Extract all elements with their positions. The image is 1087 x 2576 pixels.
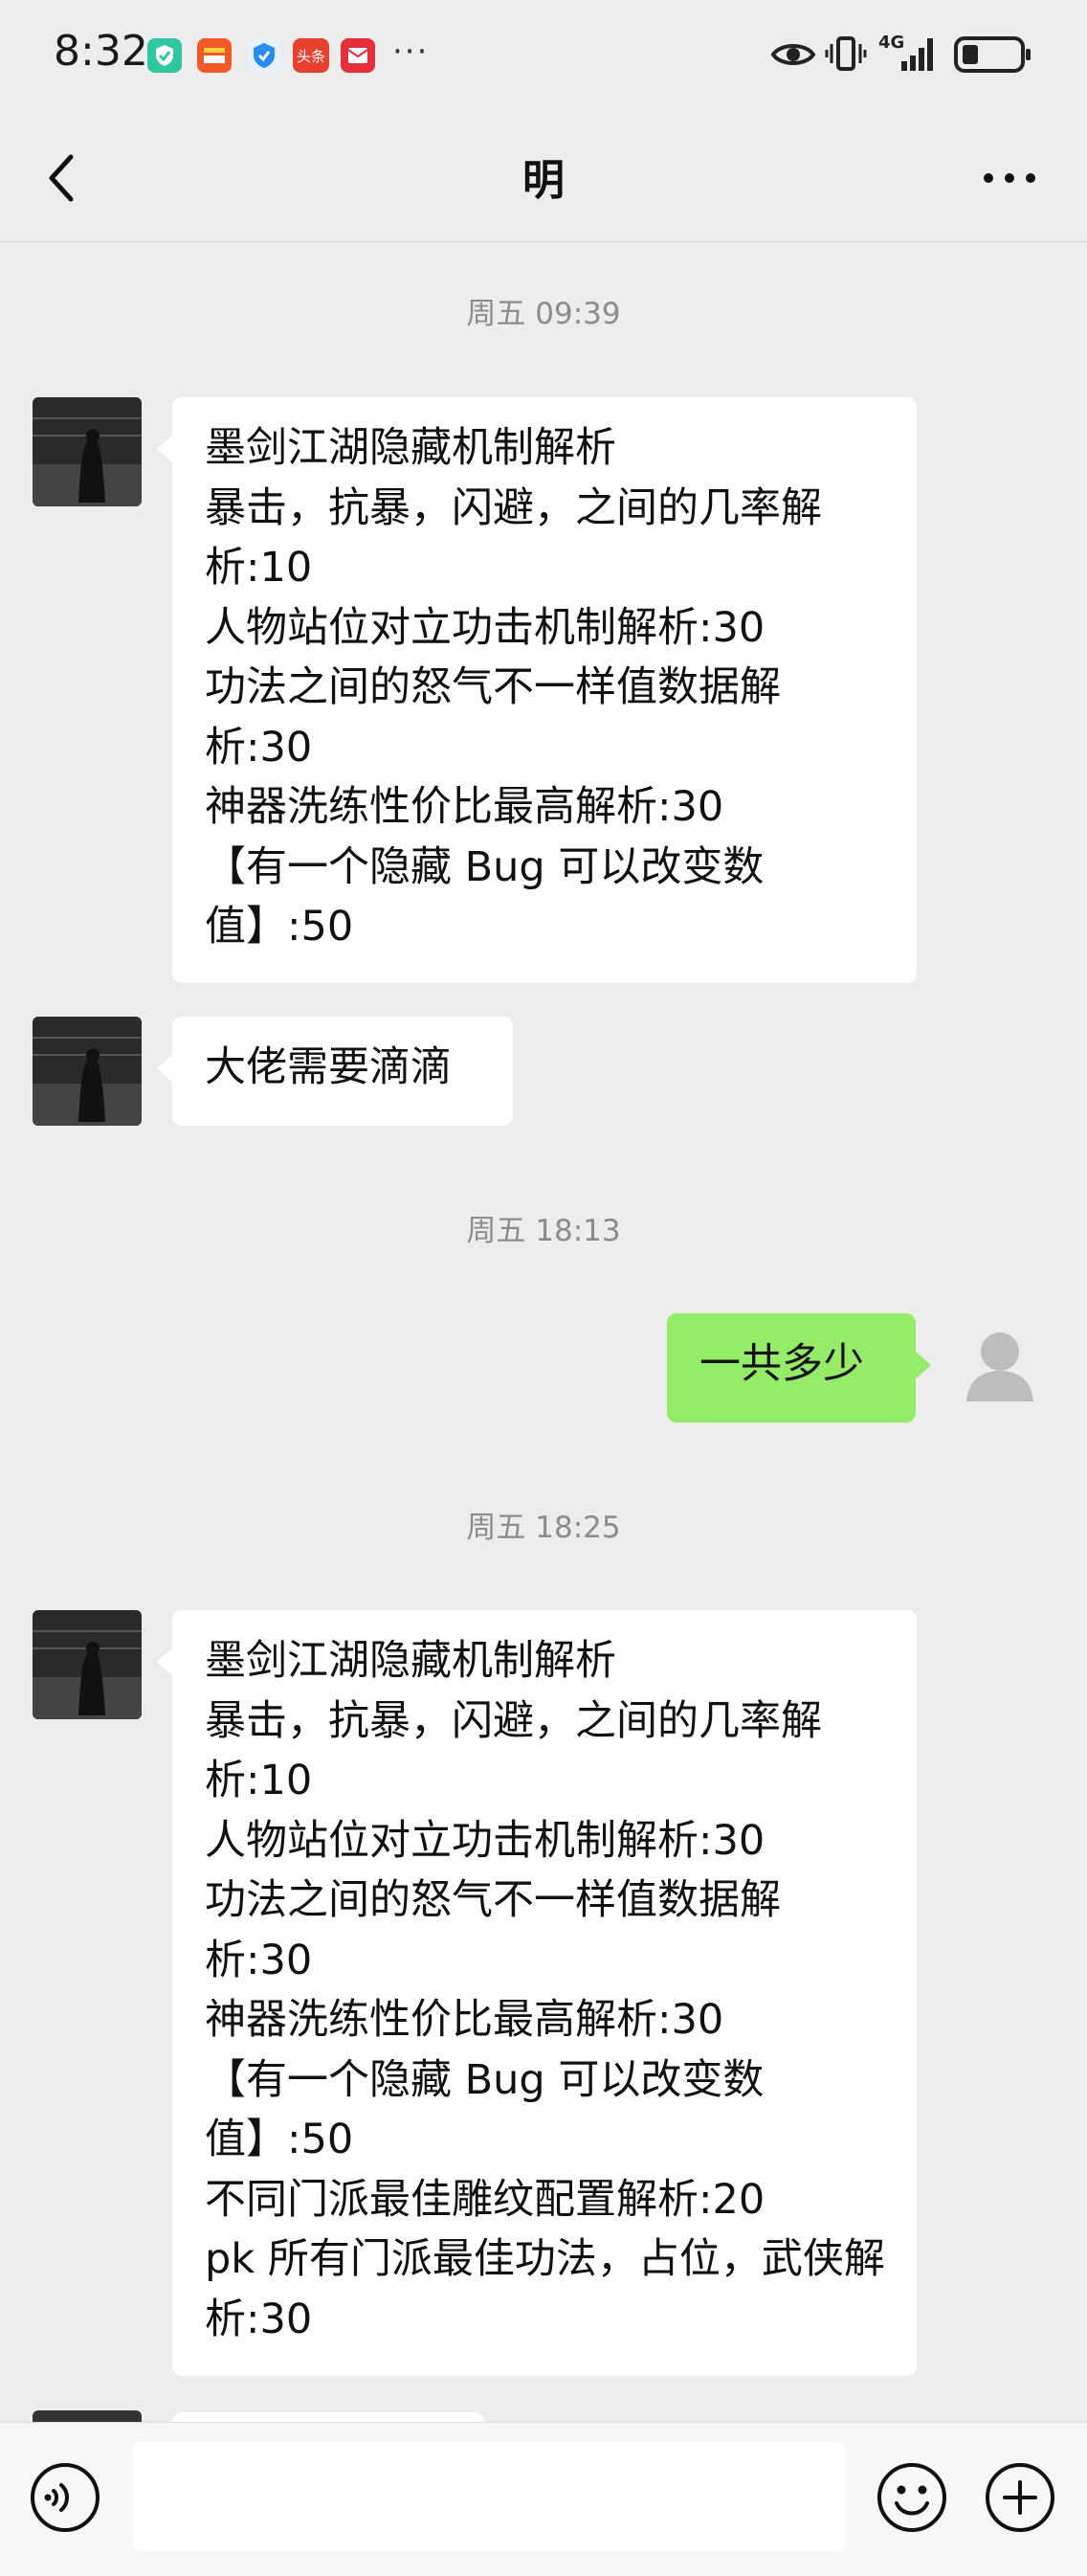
plus-icon[interactable] — [984, 2461, 1056, 2534]
page-title: 明 — [522, 156, 565, 205]
message-bubble-incoming[interactable]: 墨剑江湖隐藏机制解析 暴击，抗暴，闪避，之间的几率解析:10 人物站位对立功击机… — [157, 1610, 917, 2376]
timestamp: 周五 18:25 — [466, 1511, 621, 1545]
vibrate-icon — [825, 36, 867, 71]
shield-check-icon — [147, 38, 182, 73]
message-bubble-incoming[interactable]: 墨剑江湖隐藏机制解析 暴击，抗暴，闪避，之间的几率解析:10 人物站位对立功击机… — [157, 397, 917, 983]
mail-icon — [341, 38, 375, 73]
message-bubble-outgoing[interactable]: 一共多少 — [667, 1313, 931, 1422]
contact-avatar[interactable] — [33, 397, 142, 506]
shield-icon — [247, 38, 281, 73]
emoji-icon[interactable] — [876, 2461, 948, 2534]
wallet-icon — [197, 38, 232, 73]
battery-icon — [954, 36, 1031, 73]
contact-avatar[interactable] — [33, 1610, 142, 1719]
status-bar: 8:32 头条 ··· 4G — [0, 0, 1087, 113]
input-bar — [0, 2422, 1087, 2576]
toutiao-icon: 头条 — [293, 38, 329, 73]
title-bar: 明 — [0, 113, 1087, 242]
signal-icon — [901, 38, 933, 71]
voice-icon[interactable] — [29, 2461, 101, 2534]
contact-avatar[interactable] — [33, 1017, 142, 1126]
timestamp: 周五 18:13 — [466, 1214, 621, 1248]
timestamp: 周五 09:39 — [466, 297, 621, 331]
more-options-icon[interactable] — [981, 168, 1038, 188]
status-more-icon: ··· — [392, 33, 430, 71]
message-input[interactable] — [132, 2442, 846, 2551]
svg-text:头条: 头条 — [297, 48, 325, 65]
contact-avatar-partial — [33, 2410, 142, 2422]
eye-icon — [770, 44, 816, 65]
status-time: 8:32 — [54, 27, 148, 76]
user-avatar[interactable] — [945, 1313, 1054, 1422]
message-bubble-partial — [172, 2412, 484, 2422]
message-bubble-incoming[interactable]: 大佬需要滴滴 — [157, 1017, 513, 1126]
